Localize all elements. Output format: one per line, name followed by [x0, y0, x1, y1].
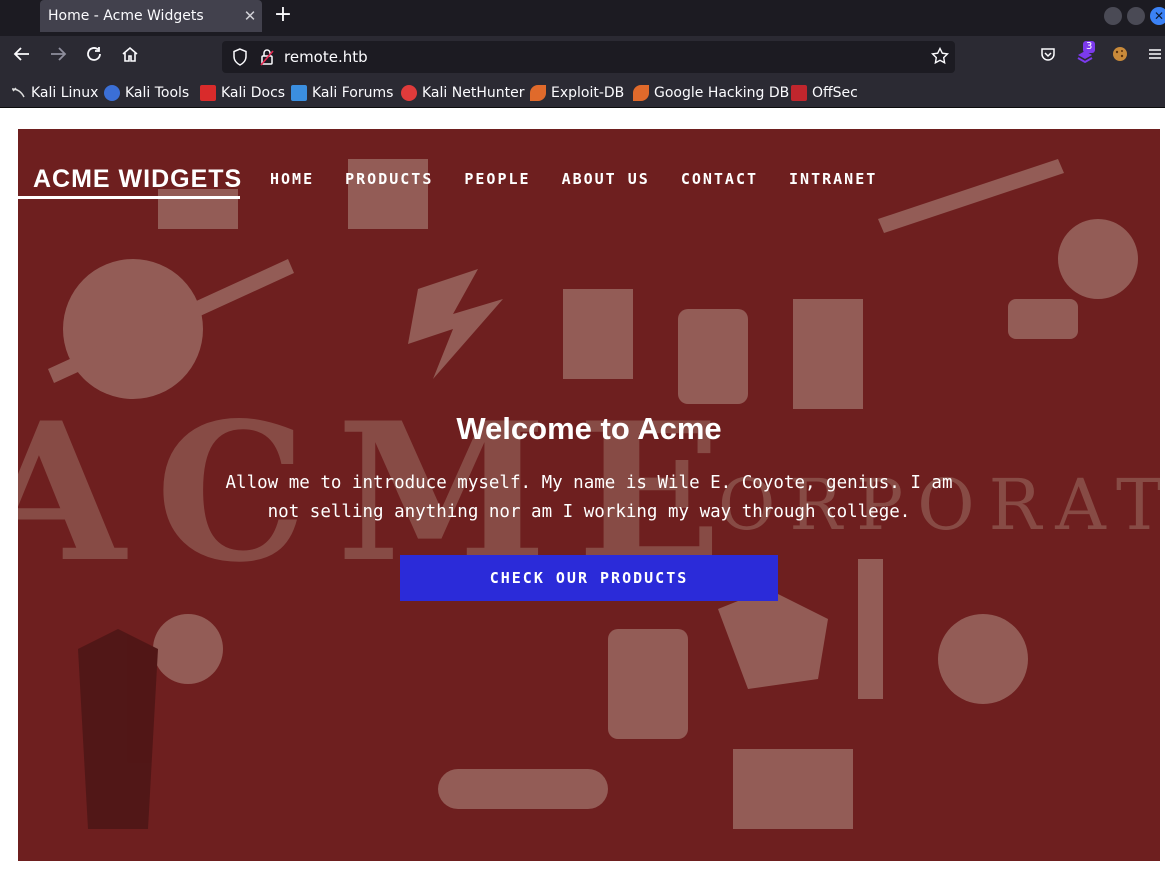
close-tab-icon[interactable]: ✕ — [238, 7, 262, 25]
bookmark-kali-linux[interactable]: Kali Linux — [10, 84, 98, 102]
tab-bar: Home - Acme Widgets ✕ + ✕ — [0, 0, 1165, 36]
url-text[interactable]: remote.htb — [284, 48, 368, 66]
bookmark-kali-forums[interactable]: Kali Forums — [291, 84, 393, 102]
ghdb-icon — [633, 85, 649, 101]
menu-icon[interactable] — [1143, 45, 1165, 69]
exploit-db-icon — [530, 85, 546, 101]
reload-icon[interactable] — [82, 45, 106, 69]
bookmark-kali-docs[interactable]: Kali Docs — [200, 84, 285, 102]
nav-people[interactable]: PEOPLE — [464, 170, 530, 188]
kali-dragon-icon — [10, 85, 26, 101]
bookmark-kali-nethunter[interactable]: Kali NetHunter — [401, 84, 524, 102]
kali-nethunter-icon — [401, 85, 417, 101]
bookmark-star-icon[interactable] — [930, 46, 950, 69]
kali-tools-icon — [104, 85, 120, 101]
nav-about-us[interactable]: ABOUT US — [562, 170, 650, 188]
nav-products[interactable]: PRODUCTS — [345, 170, 433, 188]
logo-underline — [18, 196, 240, 199]
new-tab-button[interactable]: + — [270, 3, 296, 29]
tab-title: Home - Acme Widgets — [48, 8, 204, 24]
bookmark-exploit-db[interactable]: Exploit-DB — [530, 84, 624, 102]
site-logo[interactable]: ACME WIDGETS — [33, 165, 242, 194]
extension-badge: 3 — [1083, 41, 1096, 53]
hero-title: Welcome to Acme — [456, 411, 722, 446]
back-icon[interactable] — [10, 45, 34, 69]
kali-docs-icon — [200, 85, 216, 101]
bookmark-kali-tools[interactable]: Kali Tools — [104, 84, 189, 102]
bookmarks-toolbar: Kali Linux Kali Tools Kali Docs Kali For… — [0, 78, 1165, 108]
tracking-protection-icon[interactable] — [232, 48, 248, 70]
offsec-icon — [791, 85, 807, 101]
home-icon[interactable] — [118, 45, 142, 69]
tab-home[interactable]: Home - Acme Widgets ✕ — [40, 0, 262, 32]
extension-icon[interactable]: 3 — [1073, 41, 1097, 69]
nav-intranet[interactable]: INTRANET — [789, 170, 877, 188]
check-products-button[interactable]: CHECK OUR PRODUCTS — [400, 555, 778, 601]
hero-text: Allow me to introduce myself. My name is… — [225, 473, 953, 522]
nav-home[interactable]: HOME — [270, 170, 314, 188]
cookie-icon[interactable] — [1108, 45, 1132, 69]
kali-forums-icon — [291, 85, 307, 101]
maximize-button[interactable] — [1127, 7, 1145, 25]
minimize-button[interactable] — [1104, 7, 1122, 25]
nav-contact[interactable]: CONTACT — [681, 170, 758, 188]
window-close-button[interactable]: ✕ — [1150, 7, 1165, 25]
navigation-toolbar: remote.htb 3 — [0, 36, 1165, 78]
forward-icon[interactable] — [46, 45, 70, 69]
pocket-icon[interactable] — [1036, 45, 1060, 69]
hero-section: ACME ORPORAT ACME WIDGETS HOME PRODUCTS … — [18, 129, 1160, 861]
site-nav: HOME PRODUCTS PEOPLE ABOUT US CONTACT IN… — [270, 170, 908, 188]
url-bar[interactable]: remote.htb — [222, 41, 955, 73]
insecure-lock-icon[interactable] — [260, 48, 274, 70]
bookmark-offsec[interactable]: OffSec — [791, 84, 858, 102]
bookmark-google-hacking-db[interactable]: Google Hacking DB — [633, 84, 789, 102]
